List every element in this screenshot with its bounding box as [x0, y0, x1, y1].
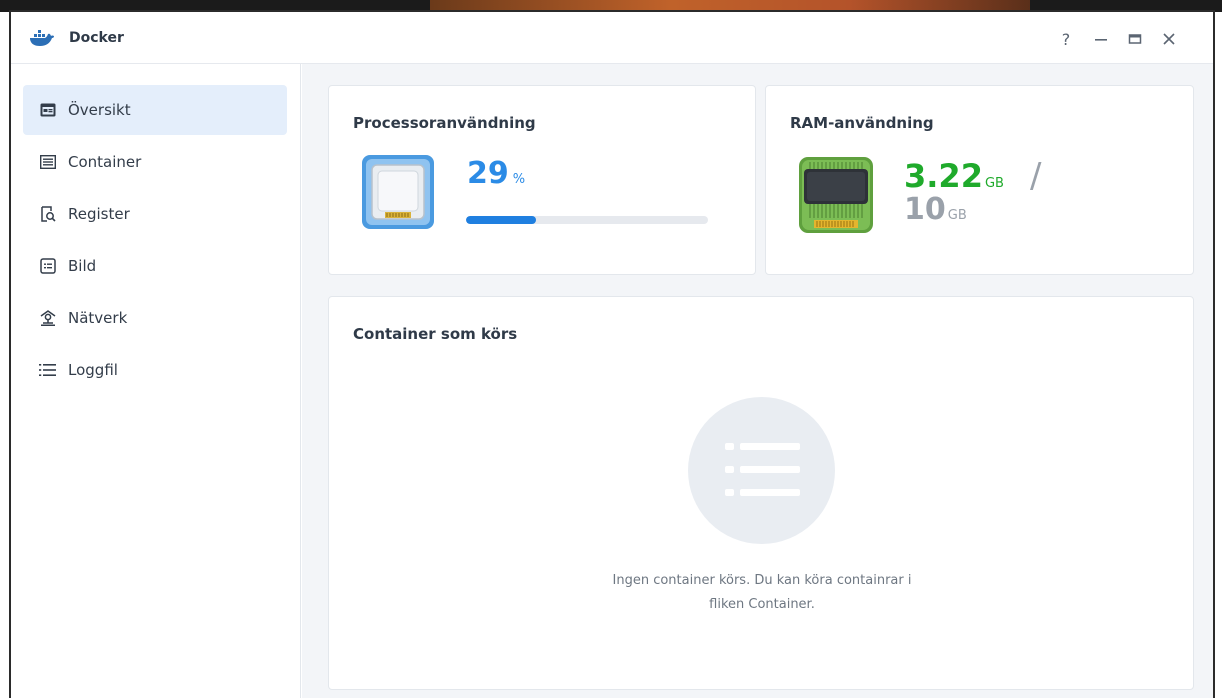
- maximize-button[interactable]: [1122, 26, 1148, 52]
- cpu-usage-card: Processoranvändning 29%: [328, 85, 756, 275]
- docker-logo-icon: [30, 30, 54, 46]
- sidebar-item-container[interactable]: Container: [23, 137, 287, 187]
- sidebar-item-registry[interactable]: Register: [23, 189, 287, 239]
- cpu-card-title: Processoranvändning: [353, 114, 536, 132]
- help-icon: ?: [1061, 29, 1071, 49]
- sidebar-item-label: Bild: [68, 257, 97, 275]
- window-title: Docker: [69, 30, 124, 46]
- sidebar-item-image[interactable]: Bild: [23, 241, 287, 291]
- sidebar-item-label: Loggfil: [68, 361, 118, 379]
- sidebar-item-label: Container: [68, 153, 142, 171]
- ram-icon: [799, 157, 873, 233]
- main-content: Processoranvändning 29% RAM-användning 3…: [302, 64, 1213, 698]
- running-card-title: Container som körs: [353, 325, 518, 343]
- cpu-unit: %: [512, 172, 526, 187]
- sidebar-item-label: Översikt: [68, 101, 131, 119]
- overview-icon: [39, 101, 57, 119]
- ram-separator: /: [1030, 156, 1042, 196]
- ram-used-unit: GB: [984, 176, 1004, 191]
- cpu-percent: 29: [467, 156, 509, 191]
- close-icon: [1163, 33, 1175, 45]
- cpu-icon: [362, 155, 434, 229]
- empty-state-illustration: [688, 397, 835, 544]
- registry-icon: [39, 205, 57, 223]
- ram-total-unit: GB: [947, 208, 967, 223]
- help-button[interactable]: ?: [1053, 26, 1079, 52]
- sidebar-item-overview[interactable]: Översikt: [23, 85, 287, 135]
- log-icon: [39, 361, 57, 379]
- cpu-progress-fill: [466, 216, 537, 224]
- empty-message-line-1: Ingen container körs. Du kan köra contai…: [612, 573, 912, 588]
- empty-message-line-2: fliken Container.: [709, 597, 815, 612]
- container-icon: [39, 153, 57, 171]
- maximize-icon: [1128, 34, 1142, 44]
- docker-window: Docker ? Översikt Container Register Bil…: [9, 10, 1215, 698]
- ram-card-title: RAM-användning: [790, 114, 934, 132]
- minimize-button[interactable]: [1088, 26, 1114, 52]
- sidebar-item-label: Nätverk: [68, 309, 128, 327]
- list-icon: [725, 443, 800, 496]
- ram-total-value: 10: [904, 192, 946, 227]
- network-icon: [39, 309, 57, 327]
- sidebar: Översikt Container Register Bild Nätverk: [11, 64, 301, 698]
- cpu-value: 29%: [467, 156, 525, 191]
- image-icon: [39, 257, 57, 275]
- ram-total: 10 GB: [904, 194, 967, 232]
- sidebar-item-log[interactable]: Loggfil: [23, 345, 287, 395]
- title-bar[interactable]: Docker ?: [11, 12, 1213, 64]
- empty-state-message: Ingen container körs. Du kan köra contai…: [562, 569, 962, 617]
- ram-usage-card: RAM-användning 3.22 GB / 10 GB: [765, 85, 1194, 275]
- sidebar-item-network[interactable]: Nätverk: [23, 293, 287, 343]
- running-containers-card: Container som körs Ingen container körs.…: [328, 296, 1194, 690]
- sidebar-item-label: Register: [68, 205, 130, 223]
- minimize-icon: [1095, 39, 1107, 41]
- cpu-progress-bar: [466, 216, 708, 224]
- close-button[interactable]: [1156, 26, 1182, 52]
- ram-used-value: 3.22: [904, 157, 983, 195]
